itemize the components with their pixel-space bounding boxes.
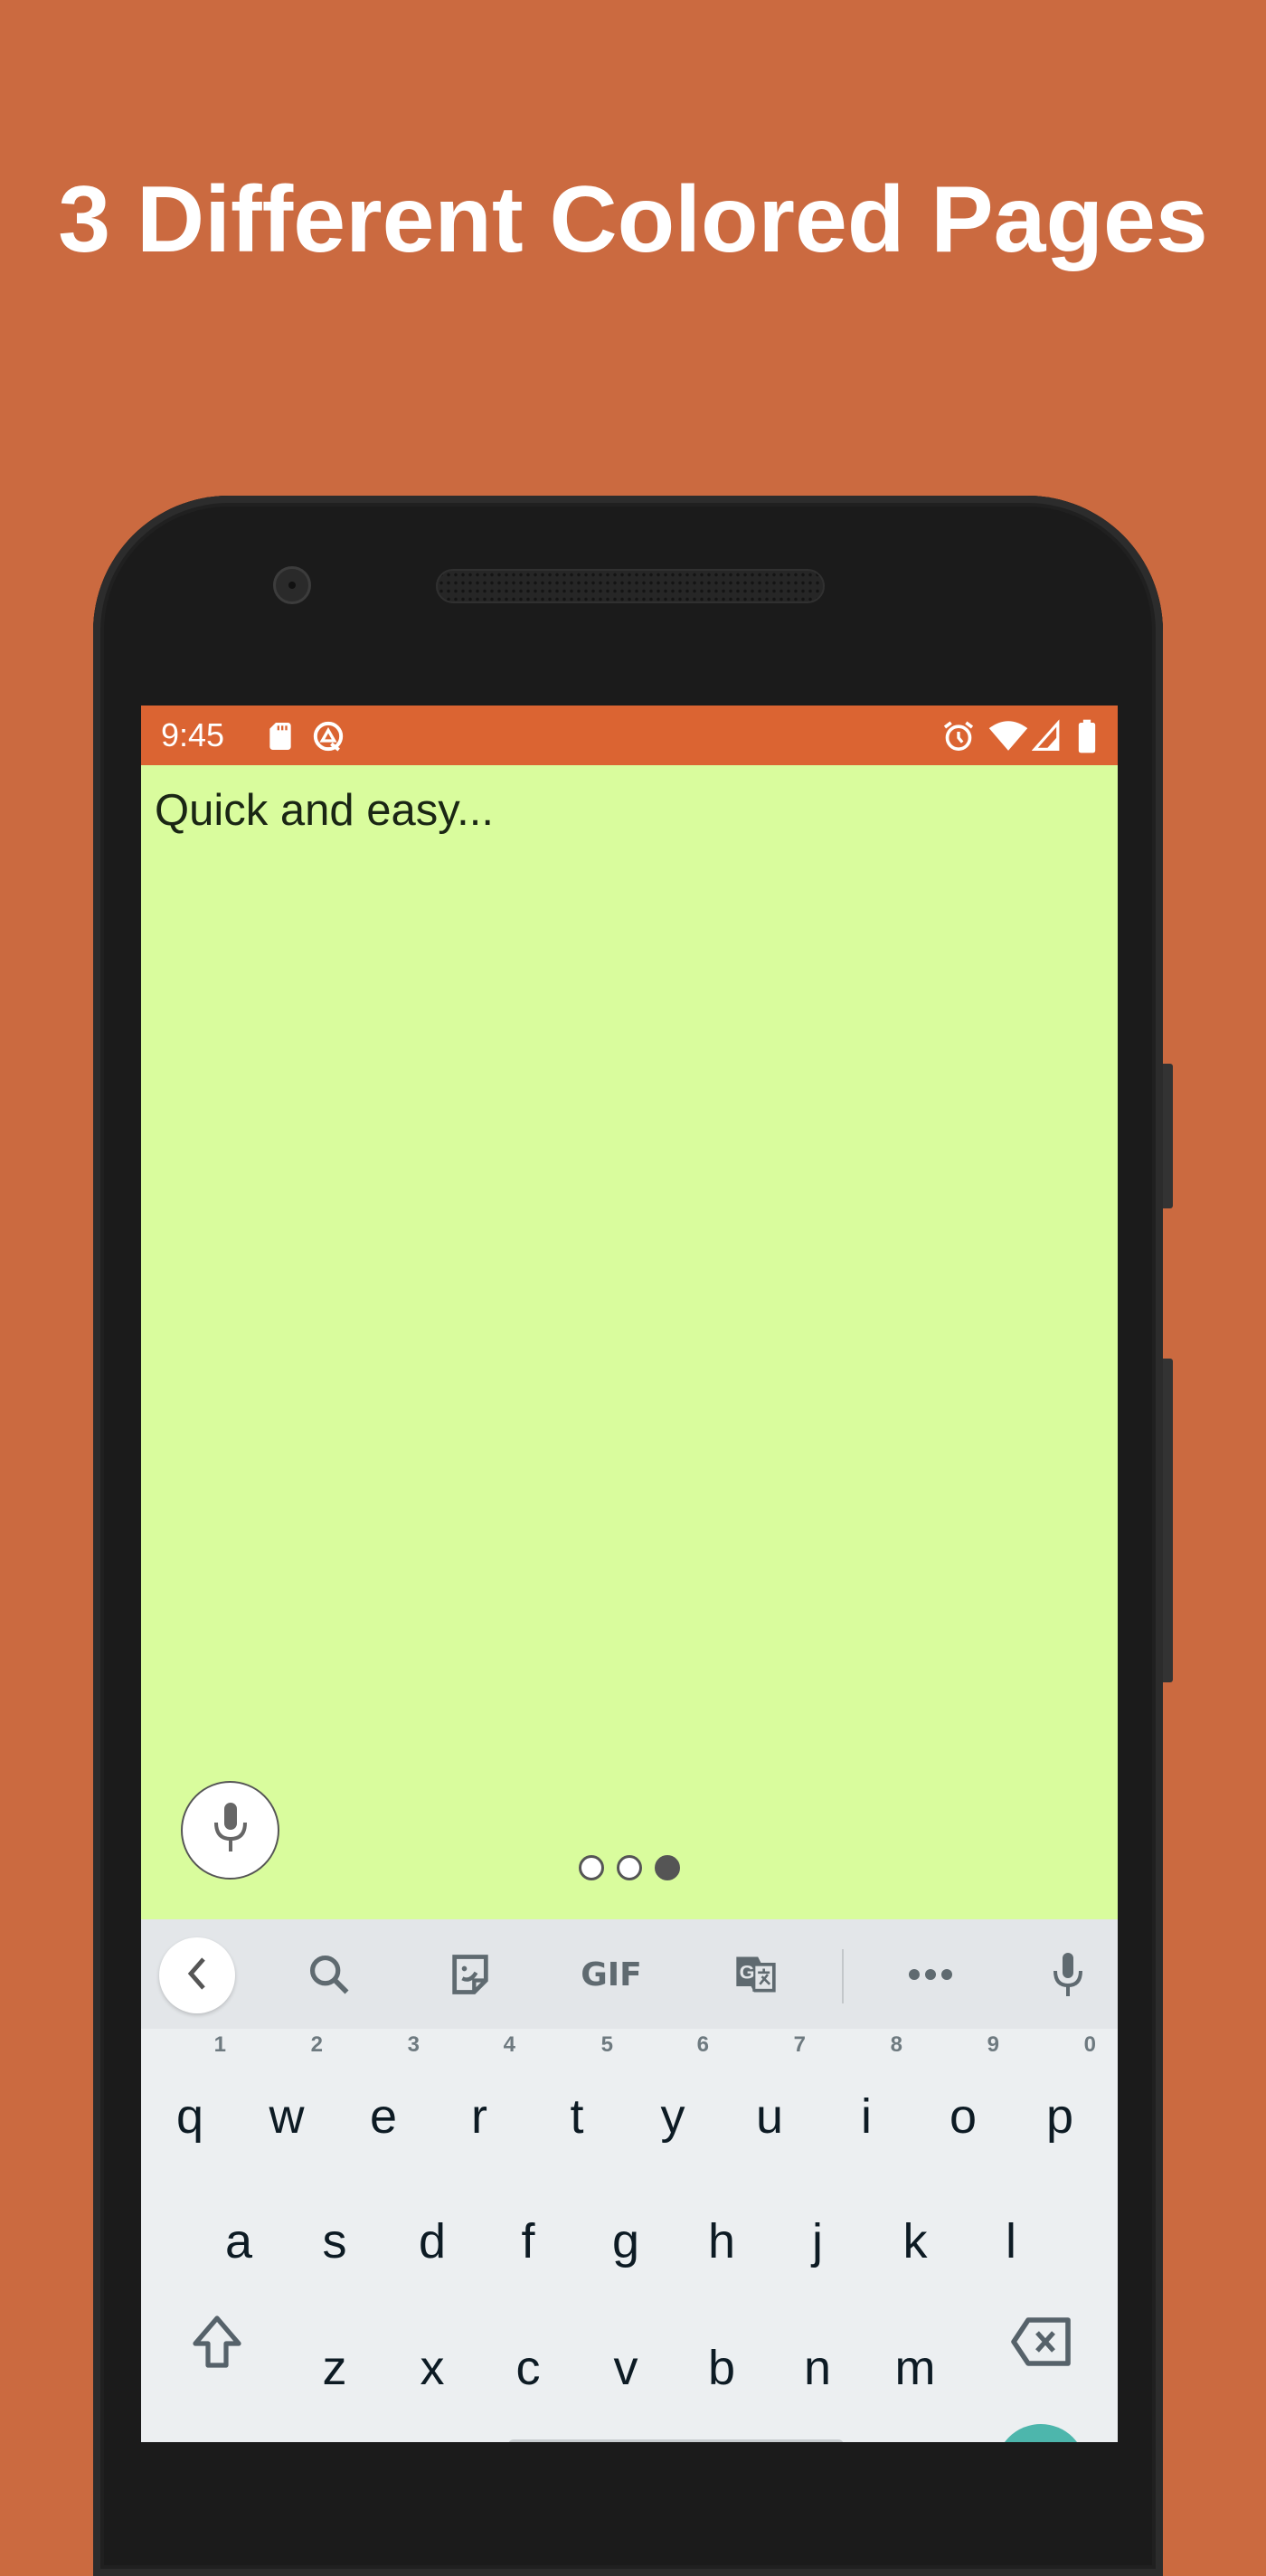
key-y[interactable]: y6: [624, 2023, 722, 2141]
key-b[interactable]: b: [673, 2275, 770, 2392]
key-label: q: [175, 2089, 204, 2144]
key-label: d: [418, 2214, 447, 2268]
data-saver-icon: [310, 718, 346, 754]
key-a[interactable]: a: [190, 2148, 288, 2266]
key-label: r: [471, 2089, 487, 2144]
key-label: w: [269, 2089, 305, 2144]
page-dot-2[interactable]: [617, 1855, 642, 1880]
key-hint: 4: [503, 2032, 515, 2057]
key-label: t: [570, 2089, 584, 2144]
key-j[interactable]: j: [769, 2148, 866, 2266]
key-hint: 8: [890, 2032, 902, 2057]
key-k[interactable]: k: [866, 2148, 964, 2266]
key-g[interactable]: g: [577, 2148, 675, 2266]
cell-signal-icon: [1031, 718, 1068, 754]
key-hint: 9: [987, 2032, 999, 2057]
voice-input-button[interactable]: [181, 1781, 279, 1880]
backspace-icon: [1010, 2316, 1073, 2379]
toolbar-back-button[interactable]: [159, 1937, 235, 2013]
status-bar: 9:45: [141, 706, 1118, 765]
key-label: j: [812, 2214, 823, 2268]
alarm-icon: [940, 718, 977, 754]
key-label: e: [369, 2089, 398, 2144]
more-icon[interactable]: [905, 1949, 956, 2000]
key-label: g: [611, 2214, 640, 2268]
translate-icon[interactable]: G: [731, 1949, 781, 2000]
page-indicator: [579, 1855, 680, 1880]
headline: 3 Different Colored Pages: [58, 167, 1208, 272]
key-label: f: [521, 2214, 535, 2268]
key-x[interactable]: x: [383, 2275, 481, 2392]
shift-icon: [192, 2315, 242, 2381]
key-label: z: [322, 2341, 347, 2395]
sticker-icon[interactable]: [445, 1949, 496, 2000]
key-z[interactable]: z: [286, 2275, 383, 2392]
key-f[interactable]: f: [479, 2148, 577, 2266]
search-icon[interactable]: [304, 1949, 354, 2000]
back-chevron-icon: [184, 1956, 211, 1996]
key-label: i: [861, 2089, 872, 2144]
status-time: 9:45: [161, 716, 225, 753]
key-u[interactable]: u7: [721, 2023, 818, 2141]
key-e[interactable]: e3: [335, 2023, 432, 2141]
key-label: h: [707, 2214, 736, 2268]
key-label: o: [949, 2089, 978, 2144]
page-dot-3-active[interactable]: [655, 1855, 680, 1880]
key-label: y: [660, 2089, 685, 2144]
key-t[interactable]: t5: [528, 2023, 626, 2141]
backspace-key[interactable]: [993, 2275, 1091, 2392]
key-hint: 6: [696, 2032, 709, 2057]
key-m[interactable]: m: [866, 2275, 964, 2392]
key-label: k: [902, 2214, 928, 2268]
key-label: p: [1045, 2089, 1074, 2144]
page-dot-1[interactable]: [579, 1855, 604, 1880]
svg-text:G: G: [740, 1960, 755, 1983]
key-hint: 0: [1083, 2032, 1096, 2057]
key-w[interactable]: w2: [238, 2023, 335, 2141]
key-s[interactable]: s: [286, 2148, 383, 2266]
note-text[interactable]: Quick and easy...: [155, 783, 494, 838]
battery-icon: [1076, 718, 1100, 754]
front-camera: [273, 566, 311, 604]
gif-icon[interactable]: GIF: [579, 1949, 644, 2000]
keyboard-keys: q1 w2 e3 r4 t5 y6 u7 i8 o9 p0 a s d f g …: [141, 2029, 1118, 2442]
microphone-icon: [211, 1801, 250, 1860]
earpiece-speaker: [436, 569, 825, 603]
key-r[interactable]: r4: [430, 2023, 528, 2141]
key-label: n: [803, 2341, 832, 2395]
key-i[interactable]: i8: [817, 2023, 915, 2141]
key-hint: 7: [793, 2032, 806, 2057]
key-p[interactable]: p0: [1011, 2023, 1109, 2141]
keyboard-toolbar: GIF G: [141, 1919, 1118, 2029]
sd-card-icon: [262, 718, 298, 754]
key-label: m: [894, 2341, 936, 2395]
key-l[interactable]: l: [962, 2148, 1060, 2266]
gif-label: GIF: [581, 1956, 642, 1994]
key-v[interactable]: v: [577, 2275, 675, 2392]
key-label: b: [707, 2341, 736, 2395]
key-label: x: [420, 2341, 445, 2395]
key-hint: 5: [600, 2032, 613, 2057]
key-hint: 3: [407, 2032, 420, 2057]
key-c[interactable]: c: [479, 2275, 577, 2392]
key-label: s: [322, 2214, 347, 2268]
key-q[interactable]: q1: [141, 2023, 239, 2141]
key-o[interactable]: o9: [914, 2023, 1012, 2141]
key-label: a: [224, 2214, 253, 2268]
key-label: u: [755, 2089, 784, 2144]
key-label: c: [515, 2341, 541, 2395]
key-label: l: [1006, 2214, 1016, 2268]
key-hint: 1: [213, 2032, 226, 2057]
key-n[interactable]: n: [769, 2275, 866, 2392]
key-label: v: [613, 2341, 638, 2395]
toolbar-divider: [842, 1949, 844, 2003]
shift-key[interactable]: [168, 2275, 266, 2392]
key-d[interactable]: d: [383, 2148, 481, 2266]
key-h[interactable]: h: [673, 2148, 770, 2266]
keyboard-microphone-icon[interactable]: [1043, 1949, 1093, 2000]
key-hint: 2: [310, 2032, 323, 2057]
wifi-icon: [987, 718, 1029, 754]
phone-screen: 9:45 Quick and easy... GIF G q 1 w 2 e 3…: [141, 706, 1118, 2442]
